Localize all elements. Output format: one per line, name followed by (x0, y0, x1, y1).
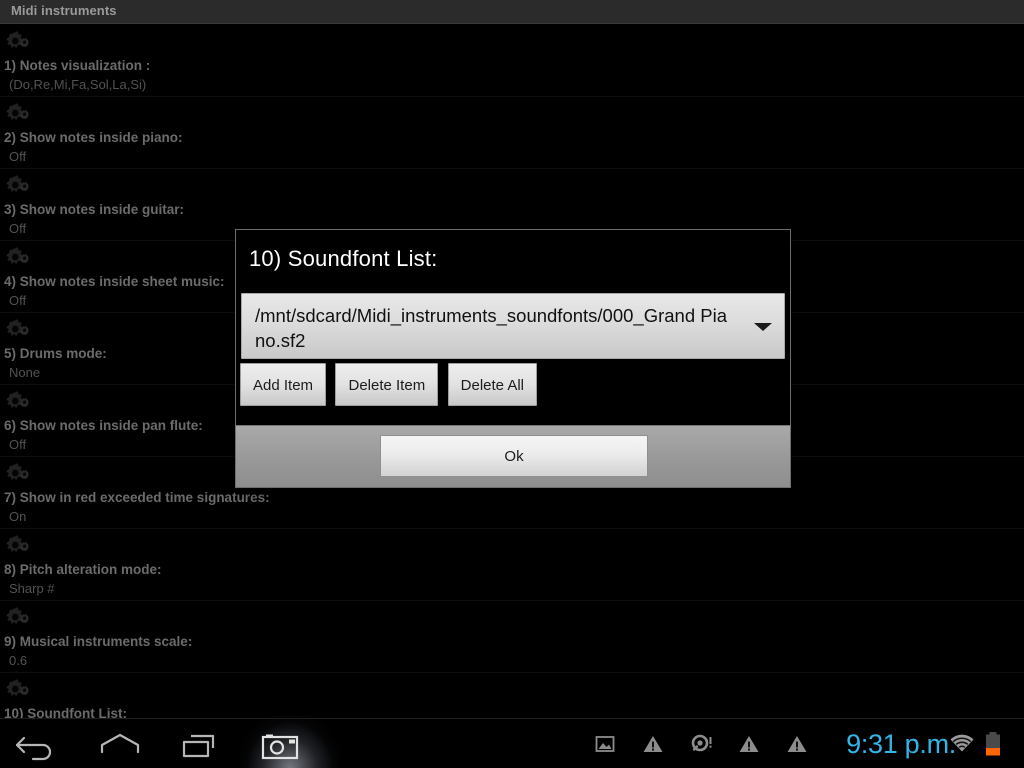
list-item-summary: (Do,Re,Mi,Fa,Sol,La,Si) (9, 77, 147, 92)
item-action-buttons: Add Item Delete Item Delete All (240, 363, 542, 406)
list-item-title: 2) Show notes inside piano: (4, 130, 183, 145)
alert-circle-icon[interactable] (690, 733, 712, 755)
gears-icon (4, 677, 34, 701)
list-item-title: 10) Soundfont List: (4, 706, 127, 718)
gears-icon (4, 245, 34, 269)
ok-button[interactable]: Ok (380, 435, 648, 477)
add-item-button[interactable]: Add Item (240, 363, 327, 406)
list-item-title: 1) Notes visualization : (4, 58, 151, 73)
list-item[interactable]: 2) Show notes inside piano: Off (0, 97, 1024, 169)
spinner-selected-value: /mnt/sdcard/Midi_instruments_soundfonts/… (255, 305, 728, 351)
list-item-title: 3) Show notes inside guitar: (4, 202, 185, 217)
android-screen: Midi instruments 1) Notes visualization … (0, 0, 1024, 768)
status-bar-area: 9:31 p.m. (584, 719, 1024, 768)
list-item-summary: On (9, 509, 27, 524)
list-item[interactable]: 10) Soundfont List: (0, 673, 1024, 718)
battery-icon[interactable] (984, 731, 1002, 757)
back-arrow-icon (15, 736, 52, 761)
recent-apps-icon (182, 734, 215, 758)
dialog-body: /mnt/sdcard/Midi_instruments_soundfonts/… (236, 289, 790, 427)
gears-icon (4, 29, 34, 53)
wifi-icon[interactable] (949, 734, 975, 754)
page-title: Midi instruments (11, 3, 117, 18)
gears-icon (4, 173, 34, 197)
screenshot-button[interactable] (240, 719, 322, 768)
gears-icon (4, 389, 34, 413)
list-item-summary: Off (9, 293, 27, 308)
list-item-summary: Sharp # (9, 581, 55, 596)
delete-item-button[interactable]: Delete Item (335, 363, 439, 406)
list-item-title: 8) Pitch alteration mode: (4, 562, 162, 577)
warning-triangle-icon[interactable] (738, 733, 760, 755)
recent-apps-button[interactable] (160, 719, 240, 768)
list-item-title: 5) Drums mode: (4, 346, 107, 361)
soundfont-list-dialog: 10) Soundfont List: /mnt/sdcard/Midi_ins… (235, 229, 791, 488)
list-item-title: 6) Show notes inside pan flute: (4, 418, 203, 433)
gears-icon (4, 101, 34, 125)
soundfont-spinner[interactable]: /mnt/sdcard/Midi_instruments_soundfonts/… (241, 293, 785, 359)
warning-triangle-icon[interactable] (642, 733, 664, 755)
gears-icon (4, 533, 34, 557)
home-icon (100, 733, 140, 754)
list-item-title: 7) Show in red exceeded time signatures: (4, 490, 270, 505)
dialog-footer: Ok (236, 425, 790, 487)
list-item[interactable]: 1) Notes visualization : (Do,Re,Mi,Fa,So… (0, 25, 1024, 97)
list-item[interactable]: 9) Musical instruments scale: 0.6 (0, 601, 1024, 673)
list-item-summary: Off (9, 437, 27, 452)
camera-icon (261, 734, 299, 760)
app-title-bar: Midi instruments (0, 0, 1024, 24)
home-button[interactable] (80, 719, 160, 768)
gears-icon (4, 461, 34, 485)
dialog-title: 10) Soundfont List: (249, 246, 438, 271)
list-item[interactable]: 8) Pitch alteration mode: Sharp # (0, 529, 1024, 601)
list-item-summary: None (9, 365, 41, 380)
list-item-summary: Off (9, 221, 27, 236)
warning-triangle-icon[interactable] (786, 733, 808, 755)
status-clock[interactable]: 9:31 p.m. (846, 729, 956, 760)
chevron-down-icon (754, 323, 772, 331)
list-item-summary: Off (9, 149, 27, 164)
list-item-title: 9) Musical instruments scale: (4, 634, 193, 649)
list-item-title: 4) Show notes inside sheet music: (4, 274, 225, 289)
gears-icon (4, 317, 34, 341)
list-item-summary: 0.6 (9, 653, 28, 668)
gears-icon (4, 605, 34, 629)
delete-all-button[interactable]: Delete All (447, 363, 538, 406)
system-navigation-bar: 9:31 p.m. (0, 715, 1024, 768)
back-button[interactable] (0, 719, 80, 768)
screenshot-image-icon[interactable] (594, 733, 616, 755)
